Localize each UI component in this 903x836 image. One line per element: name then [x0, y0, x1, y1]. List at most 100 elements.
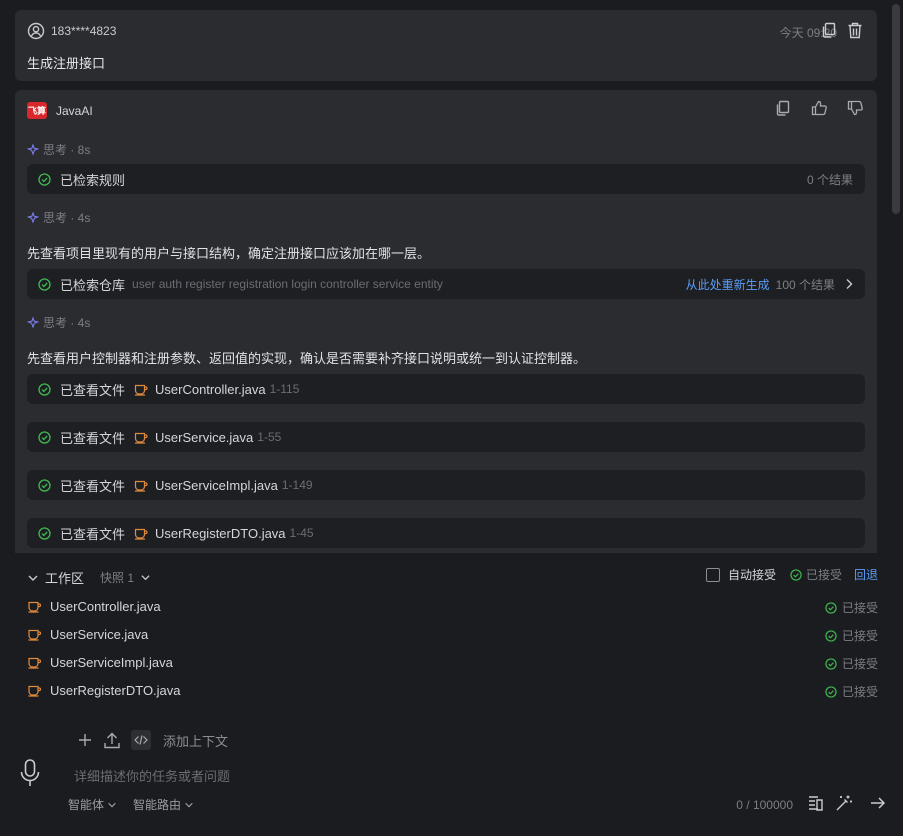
thinking-label[interactable]: 思考 · 8s: [27, 141, 90, 158]
copy-response-icon[interactable]: [773, 98, 793, 118]
chevron-right-icon[interactable]: [845, 278, 853, 290]
check-circle-icon: [825, 657, 837, 670]
line-range: 1-45: [289, 526, 314, 540]
step-rules[interactable]: 已检索规则 0 个结果: [27, 164, 865, 194]
mode-dropdown[interactable]: 智能体: [68, 796, 117, 813]
scrollbar-thumb[interactable]: [892, 4, 900, 214]
upload-icon[interactable]: [103, 732, 121, 749]
chevron-down-icon: [184, 800, 194, 810]
step-view-file[interactable]: 已查看文件 UserRegisterDTO.java 1-45: [27, 518, 865, 548]
chevron-down-icon[interactable]: [140, 572, 151, 583]
workspace-file-item[interactable]: UserServiceImpl.java: [27, 655, 173, 670]
file-status: 已接受: [825, 655, 878, 672]
line-range: 1-115: [269, 382, 300, 396]
composer: 添加上下文 智能体 智能路由 0 / 100000: [0, 720, 903, 836]
char-counter: 0 / 100000: [736, 798, 793, 812]
step-label: 已检索规则: [60, 172, 126, 188]
thumbs-down-icon[interactable]: [845, 98, 865, 118]
file-name[interactable]: UserService.java: [155, 430, 253, 445]
status-label: 已接受: [841, 685, 878, 699]
workspace-title: 工作区: [45, 571, 85, 586]
step-view-file[interactable]: 已查看文件 UserController.java 1-115: [27, 374, 865, 404]
routing-label: 智能路由: [133, 798, 182, 812]
sparkle-icon: [27, 316, 39, 329]
add-context-button[interactable]: 添加上下文: [163, 731, 228, 750]
magic-wand-icon[interactable]: [835, 794, 853, 812]
check-circle-icon: [790, 568, 802, 581]
user-message-card: 183****4823 今天 09:20 生成注册接口: [15, 10, 877, 81]
auto-accept-checkbox[interactable]: [705, 567, 720, 582]
plus-icon[interactable]: [77, 732, 93, 748]
java-file-icon: [27, 628, 42, 641]
check-circle-icon: [38, 430, 51, 444]
workspace-panel: 工作区 快照 1 自动接受 已接受 回退 UserController.java…: [15, 560, 890, 710]
snapshot-dropdown[interactable]: 快照 1: [100, 569, 134, 586]
chat-scroll-area[interactable]: 183****4823 今天 09:20 生成注册接口 飞算 JavaAI 思考…: [0, 0, 890, 553]
file-status: 已接受: [825, 627, 878, 644]
check-circle-icon: [38, 526, 51, 540]
prompt-template-icon[interactable]: [807, 794, 825, 812]
workspace-file-item[interactable]: UserService.java: [27, 627, 148, 642]
check-circle-icon: [38, 478, 51, 492]
status-label: 已接受: [841, 629, 878, 643]
file-name: UserRegisterDTO.java: [50, 683, 181, 698]
user-message-text: 生成注册接口: [27, 56, 106, 71]
file-name[interactable]: UserRegisterDTO.java: [155, 526, 286, 541]
code-icon[interactable]: [131, 730, 151, 750]
step-view-file[interactable]: 已查看文件 UserServiceImpl.java 1-149: [27, 470, 865, 500]
mode-label: 智能体: [68, 798, 105, 812]
send-arrow-icon[interactable]: [869, 794, 887, 812]
copy-icon[interactable]: [819, 20, 839, 40]
java-file-icon: [134, 479, 148, 492]
file-name: UserServiceImpl.java: [50, 655, 173, 670]
check-circle-icon: [825, 685, 837, 698]
reasoning-text: 先查看项目里现有的用户与接口结构，确定注册接口应该加在哪一层。: [27, 246, 431, 261]
workspace-file-item[interactable]: UserController.java: [27, 599, 161, 614]
check-circle-icon: [38, 172, 51, 186]
workspace-file-item[interactable]: UserRegisterDTO.java: [27, 683, 181, 698]
step-result: 0 个结果: [807, 164, 853, 194]
java-file-icon: [27, 600, 42, 613]
file-name[interactable]: UserServiceImpl.java: [155, 478, 278, 493]
routing-dropdown[interactable]: 智能路由: [133, 796, 194, 813]
microphone-icon[interactable]: [18, 758, 42, 788]
step-result: 从此处重新生成 100 个结果: [686, 269, 853, 299]
auto-accept-label[interactable]: 自动接受: [728, 566, 776, 583]
step-label: 已查看文件: [60, 478, 126, 494]
thinking-label[interactable]: 思考 · 4s: [27, 209, 90, 226]
user-info: 183****4823: [27, 22, 116, 40]
java-file-icon: [134, 383, 148, 396]
file-status: 已接受: [825, 683, 878, 700]
check-circle-icon: [825, 601, 837, 614]
workspace-header[interactable]: 工作区 快照 1: [27, 568, 151, 587]
chevron-down-icon[interactable]: [27, 572, 39, 584]
search-query: user auth register registration login co…: [132, 277, 443, 291]
regenerate-link[interactable]: 从此处重新生成: [686, 276, 770, 293]
step-view-file[interactable]: 已查看文件 UserService.java 1-55: [27, 422, 865, 452]
java-file-icon: [27, 684, 42, 697]
user-phone: 183****4823: [51, 24, 117, 38]
thinking-label[interactable]: 思考 · 4s: [27, 314, 90, 331]
step-repo-search[interactable]: 已检索仓库 user auth register registration lo…: [27, 269, 865, 299]
file-name[interactable]: UserController.java: [155, 382, 266, 397]
task-input[interactable]: [74, 769, 674, 784]
trash-icon[interactable]: [845, 20, 865, 40]
reasoning-text: 先查看用户控制器和注册参数、返回值的实现，确认是否需要补齐接口说明或统一到认证控…: [27, 351, 587, 366]
check-circle-icon: [38, 382, 51, 396]
thinking-text: 思考 · 4s: [43, 316, 91, 330]
ai-header: 飞算 JavaAI: [27, 102, 93, 119]
user-avatar-icon: [27, 22, 45, 40]
result-count: 0 个结果: [806, 172, 853, 187]
file-name: UserController.java: [50, 599, 161, 614]
ai-response-card: 飞算 JavaAI 思考 · 8s 已检索规则 0 个结果 思考 · 4s 先查…: [15, 90, 877, 553]
sparkle-icon: [27, 143, 39, 156]
thumbs-up-icon[interactable]: [809, 98, 829, 118]
java-file-icon: [134, 431, 148, 444]
context-toolbar: 添加上下文: [77, 730, 228, 750]
java-file-icon: [27, 656, 42, 669]
rollback-button[interactable]: 回退: [854, 566, 878, 583]
workspace-actions: 自动接受 已接受 回退: [705, 566, 878, 583]
javaai-logo-icon: 飞算: [27, 102, 47, 119]
chevron-down-icon: [107, 800, 117, 810]
file-name: UserService.java: [50, 627, 149, 642]
